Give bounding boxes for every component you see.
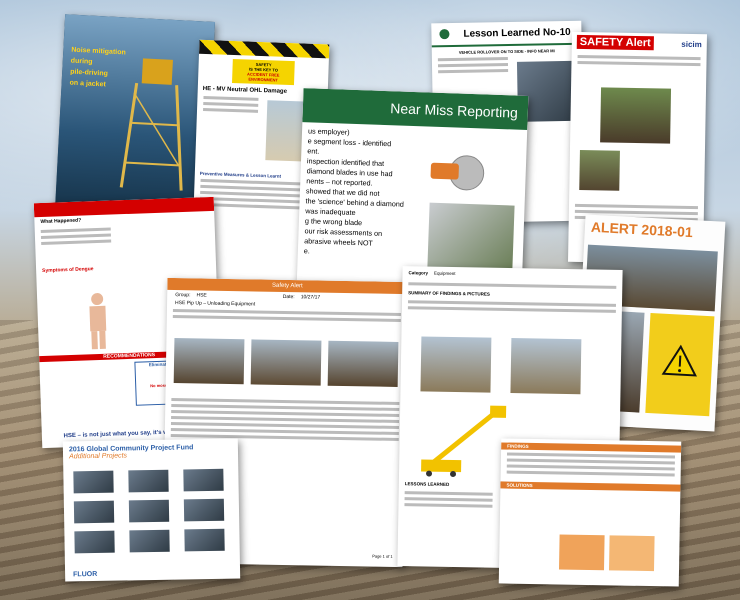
text-line	[577, 60, 701, 67]
jacket-structure-icon	[119, 58, 183, 191]
platform-photo-1	[420, 336, 492, 393]
lesson-logo-icon	[439, 29, 450, 40]
text-line	[574, 203, 698, 210]
text-line	[577, 54, 701, 61]
text-line	[404, 497, 493, 502]
fund-thumb	[183, 468, 224, 492]
date-label: Date:	[282, 293, 295, 301]
sicim-header: SAFETY Alert sicim	[572, 32, 707, 54]
fund-thumb	[183, 498, 225, 522]
fund-thumb	[128, 499, 170, 523]
unloading-photo-3	[327, 340, 399, 387]
unloading-photo-1	[173, 338, 245, 385]
cut-off-saw-icon	[430, 155, 485, 191]
boom-lift-icon	[421, 405, 507, 478]
text-line	[203, 101, 259, 107]
text-line	[438, 68, 509, 74]
platform-photo-2	[510, 338, 582, 395]
text-line	[203, 107, 259, 113]
text-line	[506, 464, 675, 471]
text-line	[506, 458, 675, 465]
text-line	[41, 239, 112, 245]
text-line	[404, 491, 493, 496]
text-line	[437, 56, 508, 62]
symptoms-heading: Symptoms of Dengue	[42, 266, 94, 274]
solution-box	[608, 535, 655, 572]
near-miss-body: us employer) e segment loss - identified…	[298, 122, 440, 265]
doc-near-miss-reporting: Near Miss Reporting us employer) e segme…	[296, 88, 529, 296]
lessons-heading: LESSONS LEARNED	[404, 481, 450, 487]
doc-findings-solutions: FINDINGS SOLUTIONS	[498, 438, 682, 587]
text-line	[172, 315, 401, 323]
lessons-lines	[398, 488, 498, 511]
doc-community-project-fund: 2016 Global Community Project Fund Addit…	[62, 438, 241, 582]
sicim-logo: sicim	[681, 39, 702, 49]
unloading-photo-2	[250, 339, 322, 386]
lesson-header: Lesson Learned No-10	[431, 20, 582, 48]
summary-heading: SUMMARY OF FINDINGS & PICTURES	[408, 290, 490, 297]
fund-thumb	[128, 469, 169, 493]
fund-thumb	[73, 470, 114, 494]
group-label: Group:	[175, 292, 191, 299]
doc-noise-mitigation: Noise mitigation during pile-driving on …	[55, 14, 215, 217]
category-label: Category	[408, 270, 429, 276]
text-line	[404, 503, 493, 508]
sicim-title: SAFETY Alert	[576, 34, 654, 51]
text-line	[407, 306, 616, 313]
text-line	[40, 233, 111, 239]
findings-heading: FINDINGS	[501, 442, 682, 453]
lesson-subtitle: VEHICLE ROLLOVER ON TO SIDE - INFO NEAR …	[458, 48, 555, 55]
warning-sign-icon	[661, 344, 697, 377]
safety-sign: SAFETY IS THE KEY TO ACCIDENT FREE ENVIR…	[232, 58, 295, 86]
solutions-heading: SOLUTIONS	[500, 481, 681, 492]
text-line	[203, 95, 259, 101]
text-line	[437, 62, 509, 68]
fund-thumb	[73, 500, 115, 524]
sicim-photo-2	[579, 149, 620, 191]
date-value: 10/27/17	[300, 294, 321, 301]
text-line	[40, 227, 111, 233]
fall-meta: Category Equipment	[402, 266, 622, 283]
sign-bot: ACCIDENT FREE ENVIRONMENT	[247, 71, 280, 83]
category-value: Equipment	[433, 270, 456, 277]
human-body-icon	[89, 293, 107, 350]
fluor-logo: FLUOR	[73, 570, 98, 579]
blade-photo	[427, 202, 515, 271]
near-miss-title: Near Miss Reporting	[390, 100, 519, 121]
text-line	[506, 452, 676, 459]
fund-thumb	[184, 528, 225, 552]
unloading-title: Safety Alert	[271, 282, 303, 290]
text-line	[506, 470, 675, 477]
group-value: HSE	[196, 292, 207, 299]
sicim-photo-1	[600, 87, 672, 144]
fund-thumb	[129, 529, 170, 553]
unloading-page: Page 1 of 1	[372, 553, 393, 559]
lesson-title: Lesson Learned No-10	[463, 26, 571, 40]
fund-thumb	[74, 530, 115, 554]
solution-box	[559, 534, 605, 571]
